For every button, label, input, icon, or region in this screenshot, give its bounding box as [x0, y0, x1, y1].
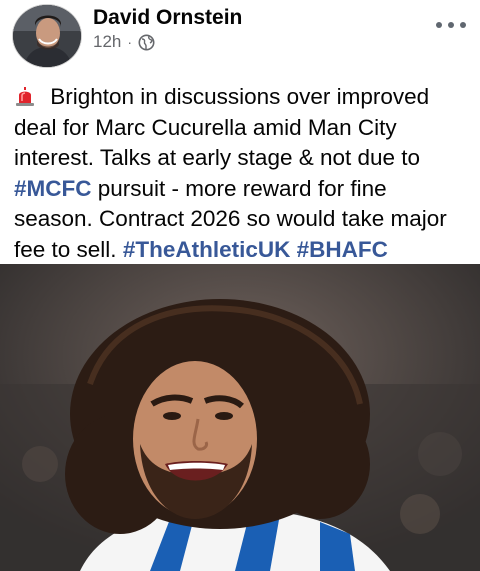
post-header: David Ornstein 12h ·: [0, 0, 480, 72]
player-photo: [0, 264, 480, 571]
post-photo[interactable]: [0, 264, 480, 571]
more-dot: [460, 22, 466, 28]
post-meta: 12h ·: [93, 32, 155, 52]
post-text: Brighton in discussions over improved de…: [14, 82, 470, 265]
hashtag-mcfc[interactable]: #MCFC: [14, 176, 92, 201]
meta-separator: ·: [127, 34, 133, 50]
author-avatar[interactable]: [12, 4, 82, 68]
avatar-photo: [13, 5, 81, 67]
author-name[interactable]: David Ornstein: [93, 6, 242, 30]
police-siren-icon: [14, 85, 36, 107]
hashtag-theathleticuk[interactable]: #TheAthleticUK: [123, 237, 291, 262]
more-options-button[interactable]: [436, 16, 466, 34]
text-segment: Brighton in discussions over improved de…: [14, 84, 430, 170]
more-horizontal-icon: [436, 22, 442, 28]
more-dot: [448, 22, 454, 28]
globe-icon: [138, 34, 155, 51]
post-timestamp[interactable]: 12h: [93, 32, 121, 52]
hashtag-bhafc[interactable]: #BHAFC: [297, 237, 388, 262]
